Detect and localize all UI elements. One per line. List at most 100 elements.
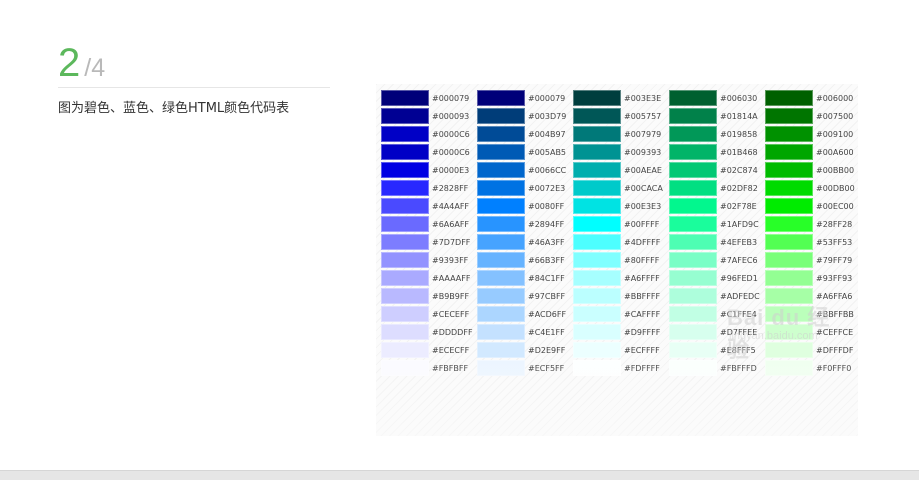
color-hex-label: #1AFD9C <box>720 219 759 229</box>
palette-row: #E8FFF5 <box>669 341 764 359</box>
color-hex-label: #6A6AFF <box>432 219 470 229</box>
palette-row: #D7FFEE <box>669 323 764 341</box>
step-divider <box>58 87 330 88</box>
color-swatch <box>477 108 525 124</box>
color-swatch <box>765 288 813 304</box>
color-swatch <box>381 324 429 340</box>
palette-row: #0072E3 <box>477 179 572 197</box>
step-caption: 图为碧色、蓝色、绿色HTML颜色代码表 <box>58 101 290 116</box>
color-swatch <box>669 216 717 232</box>
color-swatch <box>381 198 429 214</box>
palette-row: #C4E1FF <box>477 323 572 341</box>
palette-row: #006000 <box>765 89 860 107</box>
palette-row: #009100 <box>765 125 860 143</box>
palette-row: #2894FF <box>477 215 572 233</box>
color-hex-label: #BBFFBB <box>816 309 854 319</box>
palette-row: #2828FF <box>381 179 476 197</box>
color-hex-label: #DDDDFF <box>432 327 473 337</box>
color-hex-label: #0000C6 <box>432 129 470 139</box>
palette-row: #9393FF <box>381 251 476 269</box>
color-hex-label: #66B3FF <box>528 255 565 265</box>
palette-row: #01B468 <box>669 143 764 161</box>
color-hex-label: #00A600 <box>816 147 854 157</box>
color-swatch <box>477 90 525 106</box>
palette-row: #D9FFFF <box>573 323 668 341</box>
color-swatch <box>573 180 621 196</box>
palette-row: #00AEAE <box>573 161 668 179</box>
palette-row: #28FF28 <box>765 215 860 233</box>
color-swatch <box>765 306 813 322</box>
color-hex-label: #4A4AFF <box>432 201 470 211</box>
color-hex-label: #00EC00 <box>816 201 854 211</box>
palette-row: #009393 <box>573 143 668 161</box>
color-swatch <box>573 144 621 160</box>
color-hex-label: #0072E3 <box>528 183 566 193</box>
color-swatch <box>669 126 717 142</box>
color-hex-label: #007979 <box>624 129 662 139</box>
color-swatch <box>669 108 717 124</box>
step-page: 2/4 图为碧色、蓝色、绿色HTML颜色代码表 #000079 #000093 #0… <box>0 0 919 480</box>
color-hex-label: #003D79 <box>528 111 567 121</box>
palette-row: #000079 <box>477 89 572 107</box>
palette-column: #006000 #007500 #009100 #00A600 #00BB00 #00DB… <box>765 89 860 377</box>
palette-row: #CEFFCE <box>765 323 860 341</box>
palette-row: #ACD6FF <box>477 305 572 323</box>
color-hex-label: #79FF79 <box>816 255 853 265</box>
color-hex-label: #53FF53 <box>816 237 853 247</box>
color-hex-label: #D9FFFF <box>624 327 661 337</box>
color-swatch <box>765 234 813 250</box>
palette-column: #006030 #01814A #019858 #01B468 #02C874 #02DF… <box>669 89 764 377</box>
color-hex-label: #9393FF <box>432 255 469 265</box>
color-swatch <box>669 306 717 322</box>
color-swatch <box>477 324 525 340</box>
palette-row: #02DF82 <box>669 179 764 197</box>
color-hex-label: #0000C6 <box>432 147 470 157</box>
color-swatch <box>477 306 525 322</box>
color-swatch <box>381 306 429 322</box>
palette-row: #CAFFFF <box>573 305 668 323</box>
color-swatch <box>573 108 621 124</box>
palette-row: #02C874 <box>669 161 764 179</box>
color-hex-label: #C4E1FF <box>528 327 565 337</box>
palette-row: #AAAAFF <box>381 269 476 287</box>
color-swatch <box>669 360 717 376</box>
color-swatch <box>765 342 813 358</box>
palette-row: #003E3E <box>573 89 668 107</box>
palette-row: #CECEFF <box>381 305 476 323</box>
color-swatch <box>381 342 429 358</box>
color-hex-label: #007500 <box>816 111 854 121</box>
color-hex-label: #7AFEC6 <box>720 255 758 265</box>
color-swatch <box>573 198 621 214</box>
palette-row: #C1FFE4 <box>669 305 764 323</box>
color-swatch <box>573 306 621 322</box>
color-hex-label: #FDFFFF <box>624 363 660 373</box>
palette-row: #00BB00 <box>765 161 860 179</box>
color-swatch <box>381 126 429 142</box>
color-swatch <box>573 342 621 358</box>
color-swatch <box>477 342 525 358</box>
color-swatch <box>381 108 429 124</box>
palette-row: #6A6AFF <box>381 215 476 233</box>
palette-row: #0000E3 <box>381 161 476 179</box>
palette-row: #DDDDFF <box>381 323 476 341</box>
palette-row: #00FFFF <box>573 215 668 233</box>
color-hex-label: #003E3E <box>624 93 662 103</box>
color-hex-label: #00BB00 <box>816 165 855 175</box>
color-swatch <box>765 108 813 124</box>
color-hex-label: #4DFFFF <box>624 237 661 247</box>
color-hex-label: #004B97 <box>528 129 566 139</box>
step-indicator: 2/4 <box>58 40 105 86</box>
color-swatch <box>381 360 429 376</box>
color-hex-label: #97CBFF <box>528 291 566 301</box>
color-hex-label: #0000E3 <box>432 165 470 175</box>
palette-row: #97CBFF <box>477 287 572 305</box>
palette-row: #93FF93 <box>765 269 860 287</box>
palette-row: #005AB5 <box>477 143 572 161</box>
palette-row: #005757 <box>573 107 668 125</box>
color-swatch <box>381 288 429 304</box>
palette-row: #D2E9FF <box>477 341 572 359</box>
palette-row: #ECFFFF <box>573 341 668 359</box>
palette-row: #A6FFFF <box>573 269 668 287</box>
color-swatch <box>765 162 813 178</box>
palette-row: #0080FF <box>477 197 572 215</box>
